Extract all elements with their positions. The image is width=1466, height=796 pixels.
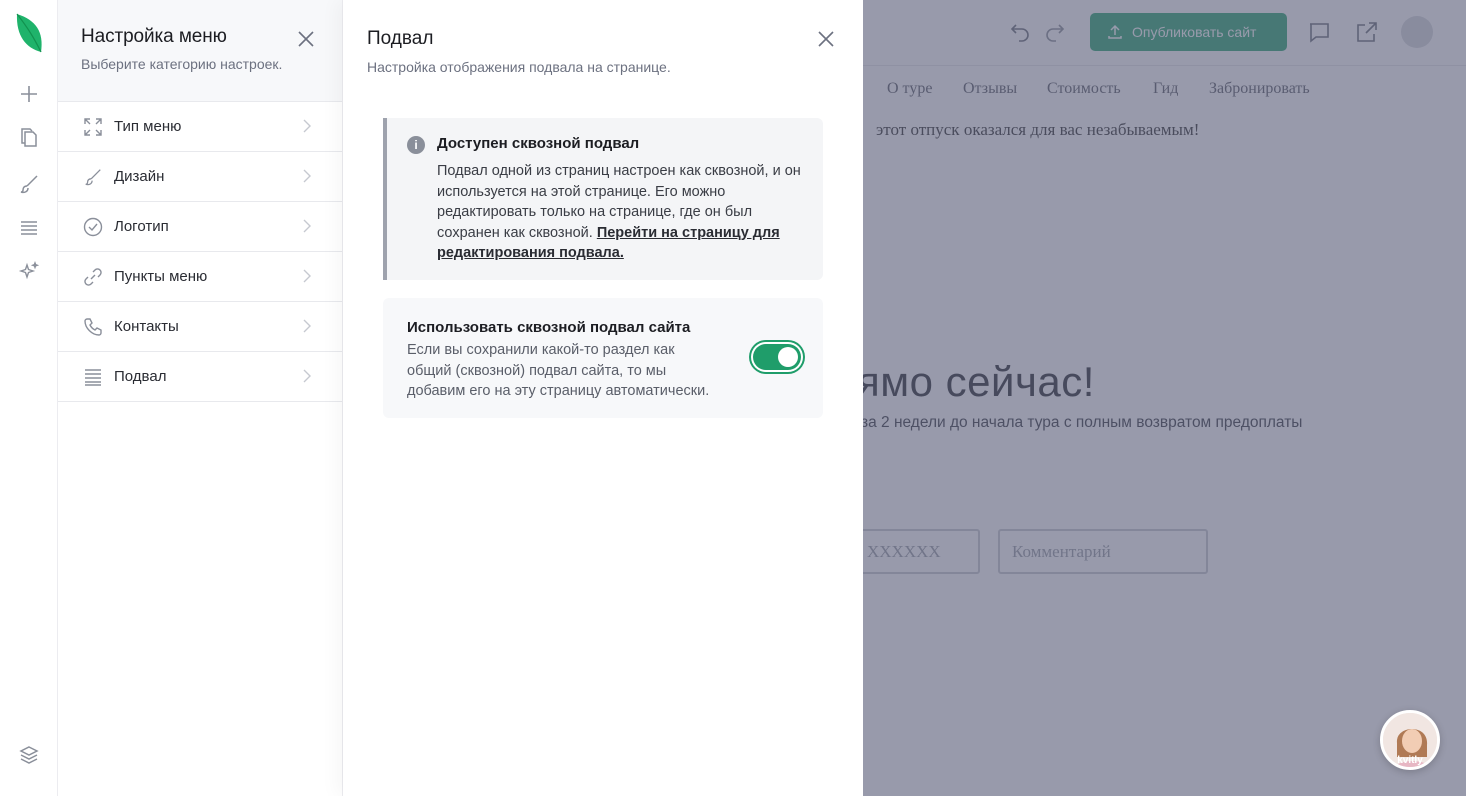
external-link-icon[interactable] <box>1355 20 1379 44</box>
editor-topbar: Опубликовать сайт <box>863 0 1466 66</box>
publish-site-button[interactable]: Опубликовать сайт <box>1090 13 1287 51</box>
menu-item-design[interactable]: Дизайн <box>58 152 342 202</box>
brush-icon <box>82 166 104 188</box>
site-nav-item[interactable]: Стоимость <box>1047 80 1121 98</box>
info-icon: i <box>407 136 425 154</box>
sections-icon[interactable] <box>15 214 43 242</box>
pages-icon[interactable] <box>15 124 43 152</box>
menu-item-label: Пункты меню <box>114 268 208 285</box>
menu-item-label: Логотип <box>114 218 169 235</box>
menu-item-label: Тип меню <box>114 118 182 135</box>
phone-input[interactable]: XXXXXX <box>863 529 980 574</box>
section-text: этот отпуск оказался для вас незабываемы… <box>876 120 1200 139</box>
info-text: Подвал одной из страниц настроен как скв… <box>437 161 803 264</box>
close-menu-settings-icon[interactable] <box>296 29 316 49</box>
site-nav-item[interactable]: О туре <box>887 80 932 98</box>
shared-footer-toggle-box: Использовать сквозной подвал сайта Если … <box>383 298 823 418</box>
site-section-text: этот отпуск оказался для вас незабываемы… <box>863 114 1466 294</box>
menu-item-footer[interactable]: Подвал <box>58 352 342 402</box>
site-section-booking: ямо сейчас! за 2 недели до начала тура с… <box>863 294 1466 796</box>
chevron-right-icon <box>303 219 311 233</box>
booking-heading: ямо сейчас! <box>863 358 1095 405</box>
menu-item-menu-items[interactable]: Пункты меню <box>58 252 342 302</box>
comment-input[interactable]: Комментарий <box>998 529 1208 574</box>
link-icon <box>82 266 104 288</box>
toggle-knob <box>778 347 798 367</box>
chevron-right-icon <box>303 319 311 333</box>
chevron-right-icon <box>303 169 311 183</box>
close-footer-panel-icon[interactable] <box>816 29 836 49</box>
menu-item-contacts[interactable]: Контакты <box>58 302 342 352</box>
undo-icon[interactable] <box>1008 20 1032 44</box>
shared-footer-info-box: i Доступен сквозной подвал Подвал одной … <box>383 118 823 280</box>
menu-item-label: Контакты <box>114 318 179 335</box>
publish-label: Опубликовать сайт <box>1132 24 1257 40</box>
menu-settings-subtitle: Выберите категорию настроек. <box>81 56 283 72</box>
layers-icon[interactable] <box>15 741 43 769</box>
chevron-right-icon <box>303 269 311 283</box>
add-icon[interactable] <box>15 80 43 108</box>
footer-panel-title: Подвал <box>367 28 434 49</box>
footer-settings-panel: Подвал Настройка отображения подвала на … <box>343 0 863 796</box>
chat-widget-avatar[interactable]: kvitly <box>1380 710 1440 770</box>
expand-icon <box>82 116 104 138</box>
menu-settings-panel: Настройка меню Выберите категорию настро… <box>58 0 343 796</box>
chat-widget-label: kvitly <box>1397 755 1423 766</box>
menu-item-label: Подвал <box>114 368 167 385</box>
site-nav-item[interactable]: Отзывы <box>963 80 1017 98</box>
phone-icon <box>82 316 104 338</box>
redo-icon[interactable] <box>1043 20 1067 44</box>
menu-item-label: Дизайн <box>114 168 165 185</box>
site-nav: О туре Отзывы Стоимость Гид Забронироват… <box>863 66 1466 114</box>
check-circle-icon <box>82 216 104 238</box>
site-preview: Опубликовать сайт О туре Отзывы Стоимост… <box>863 0 1466 796</box>
ai-sparkle-icon[interactable] <box>15 258 43 286</box>
footer-panel-subtitle: Настройка отображения подвала на страниц… <box>367 59 671 75</box>
site-nav-item[interactable]: Забронировать <box>1209 80 1310 98</box>
upload-icon <box>1108 24 1122 39</box>
menu-item-logo[interactable]: Логотип <box>58 202 342 252</box>
menu-settings-title: Настройка меню <box>81 26 227 47</box>
booking-subheading: за 2 недели до начала тура с полным возв… <box>863 414 1303 431</box>
brush-icon[interactable] <box>15 170 43 198</box>
chevron-right-icon <box>303 369 311 383</box>
toggle-title: Использовать сквозной подвал сайта <box>407 319 691 336</box>
leaf-logo-icon[interactable] <box>14 12 44 54</box>
shared-footer-toggle[interactable] <box>751 342 803 372</box>
left-rail <box>0 0 58 796</box>
menu-item-menu-type[interactable]: Тип меню <box>58 102 342 152</box>
toggle-description: Если вы сохранили какой-то раздел как об… <box>407 342 710 399</box>
site-nav-item[interactable]: Гид <box>1153 80 1178 98</box>
menu-settings-header: Настройка меню Выберите категорию настро… <box>58 0 342 102</box>
user-avatar[interactable] <box>1401 16 1433 48</box>
info-title: Доступен сквозной подвал <box>437 135 640 152</box>
comment-icon[interactable] <box>1307 20 1331 44</box>
menu-category-list: Тип меню Дизайн Логотип Пункты меню Конт… <box>58 102 342 402</box>
lines-icon <box>82 366 104 388</box>
chevron-right-icon <box>303 119 311 133</box>
